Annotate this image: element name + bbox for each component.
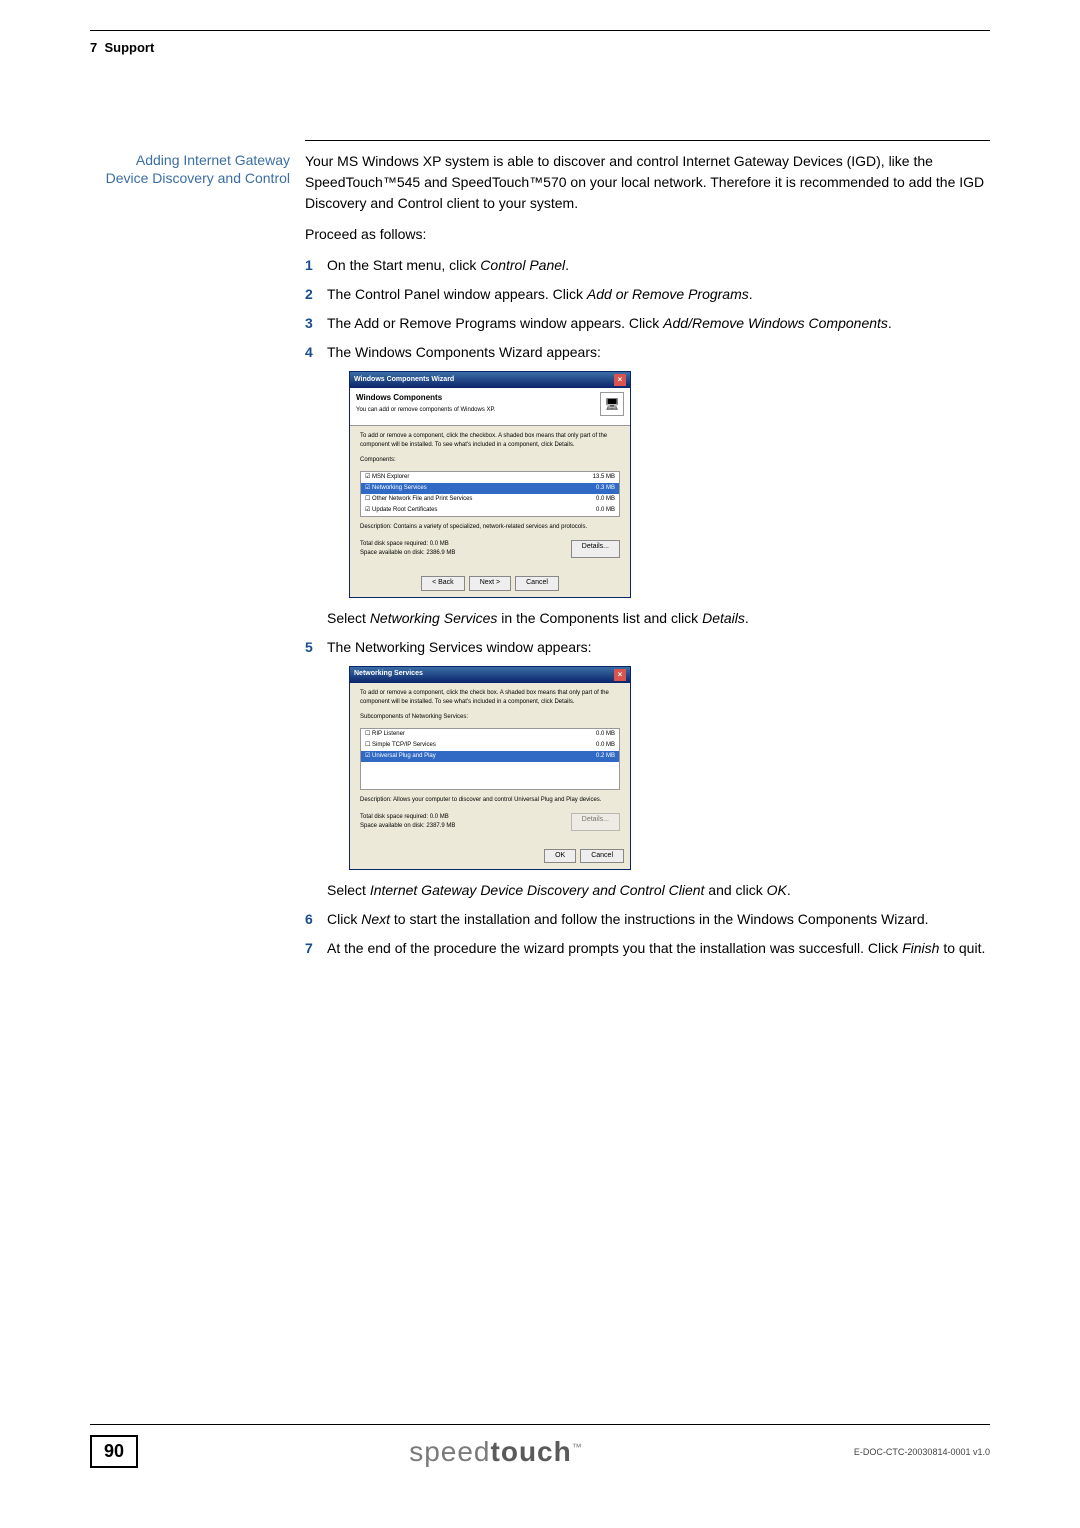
step-1: On the Start menu, click Control Panel. (327, 255, 990, 276)
close-icon[interactable]: × (614, 374, 626, 386)
subcomponents-list[interactable]: ☐ RIP Listener0.0 MB ☐ Simple TCP/IP Ser… (360, 728, 620, 790)
proceed-label: Proceed as follows: (305, 224, 990, 245)
wizard-instructions: To add or remove a component, click the … (360, 432, 620, 450)
components-list[interactable]: ☑ MSN Explorer13.5 MB ☑ Networking Servi… (360, 471, 620, 517)
wizard-icon: 🖥 (600, 392, 624, 416)
cancel-button[interactable]: Cancel (515, 576, 559, 591)
brand-logo: speedtouch™ (409, 1436, 583, 1468)
step-number: 3 (305, 313, 327, 334)
subcomponents-label: Subcomponents of Networking Services: (360, 713, 620, 722)
step-4: The Windows Components Wizard appears: W… (327, 342, 990, 629)
list-item[interactable]: ☑ Update Root Certificates0.0 MB (361, 505, 619, 516)
step-5-followup: Select Internet Gateway Device Discovery… (327, 880, 990, 901)
page-number: 90 (90, 1435, 138, 1468)
list-item[interactable]: ☐ Simple TCP/IP Services0.0 MB (361, 740, 619, 751)
chapter-number: 7 (90, 40, 97, 55)
cancel-button[interactable]: Cancel (580, 849, 624, 864)
ok-button[interactable]: OK (544, 849, 576, 864)
list-item[interactable]: ☑ MSN Explorer13.5 MB (361, 472, 619, 483)
chapter-title: Support (104, 40, 154, 55)
wizard-instructions: To add or remove a component, click the … (360, 689, 620, 707)
step-3: The Add or Remove Programs window appear… (327, 313, 990, 334)
windows-components-wizard-dialog: Windows Components Wizard × Windows Comp… (349, 371, 631, 598)
section-heading: Adding Internet Gateway Device Discovery… (90, 151, 305, 967)
description: Description: Allows your computer to dis… (360, 796, 620, 805)
step-number: 5 (305, 637, 327, 902)
step-5: The Networking Services window appears: … (327, 637, 990, 902)
list-item[interactable]: ☐ RIP Listener0.0 MB (361, 729, 619, 740)
networking-services-dialog: Networking Services × To add or remove a… (349, 666, 631, 871)
dialog-title: Networking Services (354, 669, 423, 680)
step-number: 1 (305, 255, 327, 276)
back-button[interactable]: < Back (421, 576, 465, 591)
list-item[interactable]: ☑ Universal Plug and Play0.2 MB (361, 751, 619, 762)
next-button[interactable]: Next > (469, 576, 511, 591)
intro-paragraph: Your MS Windows XP system is able to dis… (305, 151, 990, 214)
header-rule (90, 30, 990, 31)
details-button: Details... (571, 813, 620, 831)
step-6: Click Next to start the installation and… (327, 909, 990, 930)
step-number: 4 (305, 342, 327, 629)
step-number: 6 (305, 909, 327, 930)
description: Description: Contains a variety of speci… (360, 523, 620, 532)
step-2: The Control Panel window appears. Click … (327, 284, 990, 305)
document-id: E-DOC-CTC-20030814-0001 v1.0 (854, 1447, 990, 1457)
step-number: 2 (305, 284, 327, 305)
wizard-subtext: You can add or remove components of Wind… (356, 406, 495, 415)
details-button[interactable]: Details... (571, 540, 620, 558)
trademark-icon: ™ (572, 1442, 583, 1453)
step-7: At the end of the procedure the wizard p… (327, 938, 990, 959)
step-number: 7 (305, 938, 327, 959)
page-footer: 90 speedtouch™ E-DOC-CTC-20030814-0001 v… (90, 1424, 990, 1468)
list-item[interactable]: ☐ Other Network File and Print Services0… (361, 494, 619, 505)
dialog-title: Windows Components Wizard (354, 375, 454, 386)
list-item[interactable]: ☑ Networking Services0.3 MB (361, 483, 619, 494)
section-rule (305, 140, 990, 141)
wizard-heading: Windows Components (356, 392, 495, 404)
close-icon[interactable]: × (614, 669, 626, 681)
components-label: Components: (360, 456, 620, 465)
step-4-followup: Select Networking Services in the Compon… (327, 608, 990, 629)
page-header: 7 Support (90, 40, 154, 55)
